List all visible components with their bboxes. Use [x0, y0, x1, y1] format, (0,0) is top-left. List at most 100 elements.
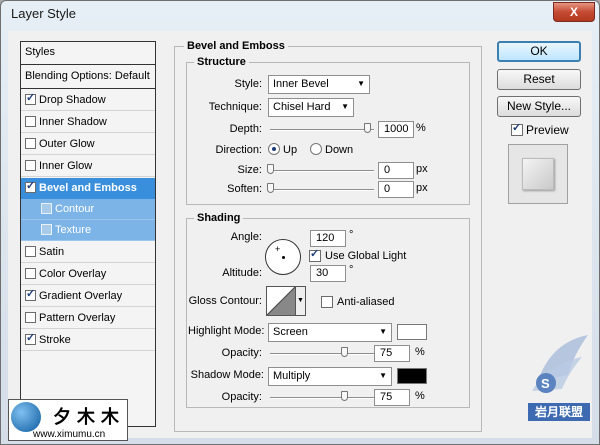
ok-button[interactable]: OK [497, 41, 581, 62]
inner-shadow-checkbox[interactable] [25, 116, 36, 127]
style-item-contour[interactable]: Contour [21, 199, 155, 220]
size-slider-track [270, 170, 374, 172]
direction-up-label: Up [283, 144, 298, 156]
style-item-inner-shadow[interactable]: Inner Shadow [21, 112, 155, 133]
size-slider-thumb[interactable] [267, 164, 274, 174]
gloss-contour-preview[interactable] [266, 286, 296, 316]
shadow-color-swatch[interactable] [397, 368, 427, 384]
altitude-input[interactable]: 30 [310, 265, 346, 282]
gloss-contour-label: Gloss Contour: [188, 295, 262, 307]
style-item-color-overlay[interactable]: Color Overlay [21, 264, 155, 285]
depth-unit: % [416, 122, 426, 134]
angle-label: Angle: [230, 231, 262, 243]
preview-checkbox[interactable]: ✓ [511, 122, 523, 136]
new-style-button[interactable]: New Style... [497, 96, 581, 117]
styles-list: Styles Blending Options: Default ✓ Drop … [20, 41, 156, 427]
direction-label: Direction: [215, 144, 262, 156]
style-item-label: Stroke [39, 334, 71, 346]
brand-logo-icon [11, 402, 41, 432]
chevron-down-icon: ▼ [297, 297, 304, 304]
gloss-contour-dropdown[interactable]: ▼ [296, 286, 306, 316]
style-item-bevel-and-emboss[interactable]: ✓ Bevel and Emboss [21, 178, 155, 199]
highlight-mode-label: Highlight Mode: [188, 325, 265, 337]
gradient-overlay-checkbox[interactable]: ✓ [25, 288, 36, 301]
soften-label: Soften: [227, 183, 262, 195]
highlight-opacity-label: Opacity: [221, 347, 262, 359]
angle-unit: ° [349, 229, 354, 241]
direction-up-radio[interactable] [268, 143, 280, 155]
anti-aliased-checkbox[interactable] [321, 296, 333, 308]
texture-checkbox[interactable] [41, 224, 52, 235]
highlight-opacity-slider-thumb[interactable] [341, 347, 348, 357]
chevron-down-icon: ▼ [379, 371, 387, 380]
preview-label: Preview [526, 123, 569, 137]
style-item-stroke[interactable]: ✓ Stroke [21, 330, 155, 351]
angle-dial[interactable]: + [265, 239, 301, 275]
close-button[interactable]: X [553, 2, 595, 22]
angle-input[interactable]: 120 [310, 230, 346, 247]
style-item-gradient-overlay[interactable]: ✓ Gradient Overlay [21, 286, 155, 307]
angle-value: 120 [316, 232, 335, 244]
size-input[interactable]: 0 [378, 162, 414, 179]
style-item-inner-glow[interactable]: Inner Glow [21, 156, 155, 177]
altitude-value: 30 [316, 267, 329, 279]
direction-down-radio[interactable] [310, 143, 322, 155]
shadow-opacity-value: 75 [380, 391, 393, 403]
brand-url: www.ximumu.cn [33, 429, 106, 440]
depth-input[interactable]: 1000 [378, 121, 414, 138]
style-item-texture[interactable]: Texture [21, 220, 155, 241]
style-value: Inner Bevel [273, 78, 329, 90]
blending-options-label: Blending Options: Default [25, 70, 150, 82]
wings-logo-icon: S [532, 335, 588, 393]
bevel-emboss-title: Bevel and Emboss [184, 40, 288, 52]
shadow-mode-dropdown[interactable]: Multiply ▼ [268, 367, 392, 386]
technique-label: Technique: [208, 101, 262, 113]
structure-title: Structure [194, 56, 249, 68]
highlight-color-swatch[interactable] [397, 324, 427, 340]
style-dropdown[interactable]: Inner Bevel ▼ [268, 75, 370, 94]
inner-glow-checkbox[interactable] [25, 160, 36, 171]
depth-slider-thumb[interactable] [364, 123, 371, 133]
style-item-satin[interactable]: Satin [21, 242, 155, 263]
badge-label: 岩月联盟 [528, 403, 590, 421]
style-item-outer-glow[interactable]: Outer Glow [21, 134, 155, 155]
contour-checkbox[interactable] [41, 203, 52, 214]
shadow-opacity-input[interactable]: 75 [374, 389, 410, 406]
styles-header-label: Styles [25, 46, 55, 58]
style-item-pattern-overlay[interactable]: Pattern Overlay [21, 308, 155, 329]
dialog-body: Styles Blending Options: Default ✓ Drop … [8, 31, 592, 438]
soften-slider-track [270, 189, 374, 191]
satin-checkbox[interactable] [25, 246, 36, 257]
outer-glow-checkbox[interactable] [25, 138, 36, 149]
soften-unit: px [416, 182, 428, 194]
soften-slider-thumb[interactable] [267, 183, 274, 193]
layer-style-window: Layer Style X Styles Blending Options: D… [0, 0, 600, 445]
shadow-opacity-slider-thumb[interactable] [341, 391, 348, 401]
chevron-down-icon: ▼ [379, 327, 387, 336]
blending-options-item[interactable]: Blending Options: Default [21, 66, 155, 89]
depth-slider-track [270, 129, 374, 131]
color-overlay-checkbox[interactable] [25, 268, 36, 279]
highlight-mode-dropdown[interactable]: Screen ▼ [268, 323, 392, 342]
style-preview-box [508, 144, 568, 204]
reset-button[interactable]: Reset [497, 69, 581, 90]
highlight-opacity-input[interactable]: 75 [374, 345, 410, 362]
shadow-opacity-unit: % [415, 390, 425, 402]
altitude-unit: ° [349, 264, 354, 276]
stroke-checkbox[interactable]: ✓ [25, 332, 36, 345]
style-item-label: Bevel and Emboss [39, 182, 137, 194]
styles-header[interactable]: Styles [21, 42, 155, 65]
soften-input[interactable]: 0 [378, 181, 414, 198]
bevel-and-emboss-checkbox[interactable]: ✓ [25, 180, 36, 193]
chevron-down-icon: ▼ [357, 79, 365, 88]
title-bar: Layer Style X [1, 1, 599, 29]
style-item-label: Texture [55, 224, 92, 236]
pattern-overlay-checkbox[interactable] [25, 312, 36, 323]
size-label: Size: [237, 164, 262, 176]
drop-shadow-checkbox[interactable]: ✓ [25, 92, 36, 105]
use-global-light-checkbox[interactable]: ✓ [309, 248, 321, 262]
use-global-light-label: Use Global Light [325, 250, 407, 262]
technique-dropdown[interactable]: Chisel Hard ▼ [268, 98, 354, 117]
style-item-drop-shadow[interactable]: ✓ Drop Shadow [21, 90, 155, 111]
style-item-label: Outer Glow [39, 138, 95, 150]
